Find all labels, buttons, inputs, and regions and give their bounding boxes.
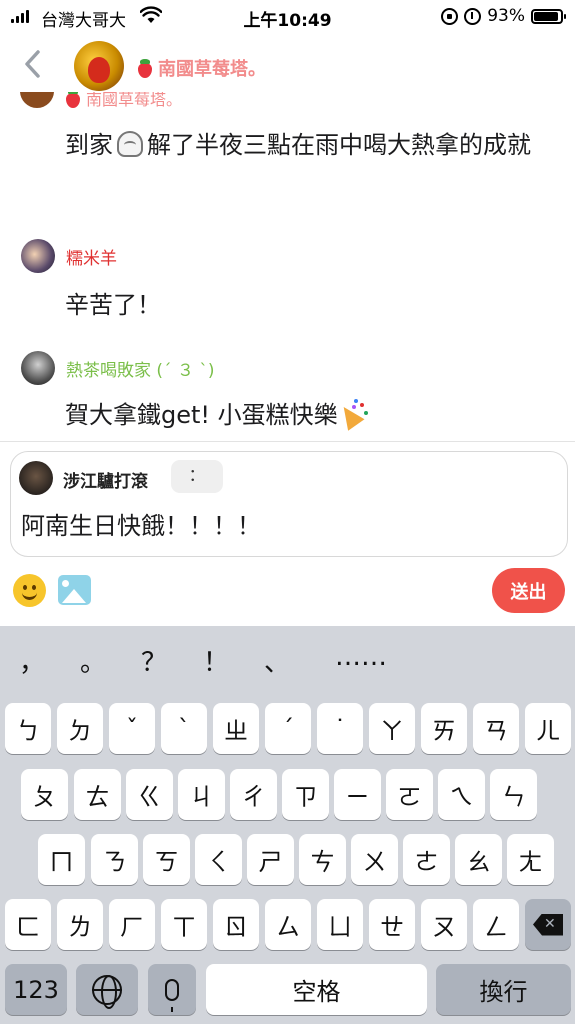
dictation-key[interactable] bbox=[148, 964, 196, 1015]
key[interactable]: ㄢ bbox=[473, 703, 519, 754]
status-bar: 台灣大哥大 上午10:49 93% bbox=[0, 0, 575, 34]
key[interactable]: ㄋ bbox=[91, 834, 138, 885]
key[interactable]: ㄞ bbox=[421, 703, 467, 754]
orientation-lock-icon bbox=[441, 7, 459, 25]
battery-icon bbox=[531, 8, 566, 24]
alarm-icon bbox=[464, 7, 482, 25]
key[interactable]: ㄍ bbox=[126, 769, 173, 820]
back-button[interactable] bbox=[20, 48, 46, 80]
chat-title-text: 南國草莓塔。 bbox=[158, 59, 266, 80]
key[interactable]: ㄜ bbox=[403, 834, 450, 885]
battery-percent: 93% bbox=[487, 6, 525, 26]
avatar bbox=[20, 92, 54, 108]
key[interactable]: ㄏ bbox=[109, 899, 155, 950]
keyboard: ， 。 ？ ！ 、 …… ㄅ ㄉ ˇ ˋ ㄓ ˊ ˙ ㄚ ㄞ ㄢ ㄦ ㄆ ㄊ ㄍ… bbox=[0, 626, 575, 1024]
key[interactable]: ㄌ bbox=[57, 899, 103, 950]
punctuation-row: ， 。 ？ ！ 、 …… bbox=[0, 642, 575, 686]
key[interactable]: ㄤ bbox=[507, 834, 554, 885]
strawberry-icon bbox=[136, 58, 154, 78]
avatar[interactable] bbox=[21, 351, 55, 385]
key[interactable]: ㄧ bbox=[334, 769, 381, 820]
punct-key[interactable]: 、 bbox=[257, 642, 297, 679]
sender-name: 糯米羊 bbox=[66, 248, 117, 269]
party-popper-emoji-icon bbox=[338, 397, 368, 427]
key[interactable]: ㄨ bbox=[351, 834, 398, 885]
globe-icon bbox=[92, 974, 122, 1009]
key[interactable]: ㄅ bbox=[5, 703, 51, 754]
key[interactable]: ㄆ bbox=[21, 769, 68, 820]
avatar bbox=[19, 461, 53, 495]
message-text-part: 解了半夜三點在雨中喝大熱拿的成就 bbox=[147, 131, 531, 159]
send-button[interactable]: 送出 bbox=[492, 568, 565, 613]
numbers-key[interactable]: 123 bbox=[5, 964, 67, 1015]
image-button[interactable] bbox=[58, 575, 91, 605]
key[interactable]: ㄩ bbox=[317, 899, 363, 950]
punct-key[interactable]: ！ bbox=[196, 642, 236, 679]
key[interactable]: ㄘ bbox=[299, 834, 346, 885]
message-list[interactable]: 南國草莓塔。 到家 解了半夜三點在雨中喝大熱拿的成就 糯米羊 辛苦了！ 熱茶喝敗家… bbox=[0, 92, 575, 442]
divider bbox=[0, 441, 575, 442]
tired-face-emoji-icon bbox=[117, 131, 143, 157]
mention-name: 涉江驢打滾 bbox=[63, 472, 148, 492]
chat-avatar[interactable] bbox=[74, 41, 124, 91]
punct-key[interactable]: …… bbox=[326, 642, 396, 672]
chevron-left-icon bbox=[25, 50, 40, 78]
key[interactable]: ㄈ bbox=[5, 899, 51, 950]
punct-key[interactable]: ？ bbox=[134, 642, 174, 679]
message-composer[interactable]: 涉江驢打滾 ： 阿南生日快餓！！！！ bbox=[10, 451, 568, 557]
key[interactable]: ㄝ bbox=[369, 899, 415, 950]
message-text: 辛苦了！ bbox=[65, 291, 161, 319]
key[interactable]: ㄒ bbox=[161, 899, 207, 950]
punct-key[interactable]: ， bbox=[12, 642, 52, 679]
key[interactable]: ㄕ bbox=[247, 834, 294, 885]
key[interactable]: ˇ bbox=[109, 703, 155, 754]
message-text-part: 賀大拿鐵get! 小蛋糕快樂 bbox=[65, 401, 338, 429]
key[interactable]: ㄥ bbox=[473, 899, 519, 950]
key[interactable]: ㄛ bbox=[386, 769, 433, 820]
key[interactable]: ˊ bbox=[265, 703, 311, 754]
message-text: 賀大拿鐵get! 小蛋糕快樂 bbox=[65, 396, 368, 434]
backspace-key[interactable] bbox=[525, 899, 571, 950]
backspace-icon bbox=[533, 913, 563, 936]
key[interactable]: ㄇ bbox=[38, 834, 85, 885]
key[interactable]: ㄉ bbox=[57, 703, 103, 754]
key[interactable]: ㄣ bbox=[490, 769, 537, 820]
sender-name: 南國草莓塔。 bbox=[86, 92, 183, 109]
globe-key[interactable] bbox=[76, 964, 138, 1015]
chat-header: 南國草莓塔。 bbox=[0, 34, 575, 92]
key[interactable]: ㄠ bbox=[455, 834, 502, 885]
key[interactable]: ˋ bbox=[161, 703, 207, 754]
message-text-part: 到家 bbox=[65, 131, 113, 159]
message-sender: 糯米羊 bbox=[21, 239, 117, 273]
microphone-icon bbox=[165, 978, 179, 1012]
key[interactable]: ㄗ bbox=[282, 769, 329, 820]
key[interactable]: ㄐ bbox=[178, 769, 225, 820]
message-sender: 熱茶喝敗家 (´ ３ `) bbox=[21, 351, 214, 385]
punct-key[interactable]: 。 bbox=[73, 642, 113, 679]
battery-fill bbox=[534, 11, 559, 21]
key[interactable]: ㄚ bbox=[369, 703, 415, 754]
return-key[interactable]: 換行 bbox=[436, 964, 571, 1015]
key[interactable]: ㄓ bbox=[213, 703, 259, 754]
sender-name: 熱茶喝敗家 (´ ３ `) bbox=[66, 360, 215, 381]
key[interactable]: ㄟ bbox=[438, 769, 485, 820]
key[interactable]: ㄔ bbox=[230, 769, 277, 820]
key[interactable]: ㄖ bbox=[213, 899, 259, 950]
key[interactable]: ㄑ bbox=[195, 834, 242, 885]
strawberry-icon bbox=[64, 92, 82, 108]
mention-chip[interactable]: ： bbox=[171, 460, 223, 493]
chat-title[interactable]: 南國草莓塔。 bbox=[136, 55, 266, 81]
key[interactable]: ㄡ bbox=[421, 899, 467, 950]
emoji-button[interactable] bbox=[13, 574, 46, 607]
key[interactable]: ㄙ bbox=[265, 899, 311, 950]
space-key[interactable]: 空格 bbox=[206, 964, 427, 1015]
avatar[interactable] bbox=[21, 239, 55, 273]
key[interactable]: ㄎ bbox=[143, 834, 190, 885]
message-input[interactable]: 阿南生日快餓！！！！ bbox=[21, 506, 551, 541]
key[interactable]: ㄊ bbox=[74, 769, 121, 820]
message-text: 到家 解了半夜三點在雨中喝大熱拿的成就 bbox=[65, 126, 545, 164]
key[interactable]: ˙ bbox=[317, 703, 363, 754]
key[interactable]: ㄦ bbox=[525, 703, 571, 754]
